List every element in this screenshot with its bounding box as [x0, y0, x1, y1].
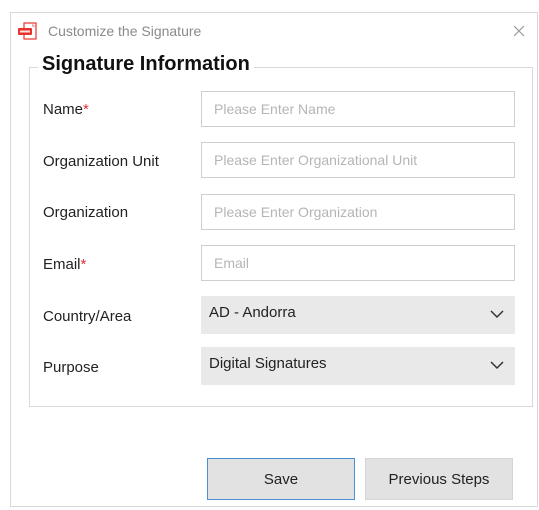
name-required-marker: *	[83, 101, 89, 118]
organization-input[interactable]	[201, 194, 515, 230]
pdf-app-icon	[18, 22, 40, 40]
organization-label: Organization	[43, 204, 129, 221]
customize-signature-dialog: Customize the Signature Signature Inform…	[10, 12, 538, 507]
country-area-label: Country/Area	[43, 308, 132, 325]
organization-unit-input[interactable]	[201, 142, 515, 178]
email-label-text: Email	[43, 256, 81, 273]
save-button[interactable]: Save	[207, 458, 355, 500]
country-area-value: AD - Andorra	[209, 304, 296, 321]
close-icon	[513, 25, 525, 37]
section-title: Signature Information	[38, 53, 254, 76]
title-bar: Customize the Signature	[11, 13, 537, 49]
name-label-text: Name	[43, 101, 84, 118]
name-label: Name*	[43, 101, 89, 118]
email-label: Email*	[43, 256, 86, 273]
purpose-label: Purpose	[43, 359, 99, 376]
previous-steps-button[interactable]: Previous Steps	[365, 458, 513, 500]
email-required-marker: *	[80, 256, 87, 273]
close-button[interactable]	[507, 19, 531, 43]
chevron-down-icon	[490, 361, 504, 370]
email-input[interactable]	[201, 245, 515, 281]
chevron-down-icon	[490, 310, 504, 319]
organization-unit-label: Organization Unit	[43, 153, 159, 170]
name-input[interactable]	[201, 91, 515, 127]
purpose-select[interactable]: Digital Signatures	[201, 347, 515, 385]
dialog-title: Customize the Signature	[48, 23, 202, 39]
purpose-value: Digital Signatures	[209, 355, 327, 372]
country-area-select[interactable]: AD - Andorra	[201, 296, 515, 334]
